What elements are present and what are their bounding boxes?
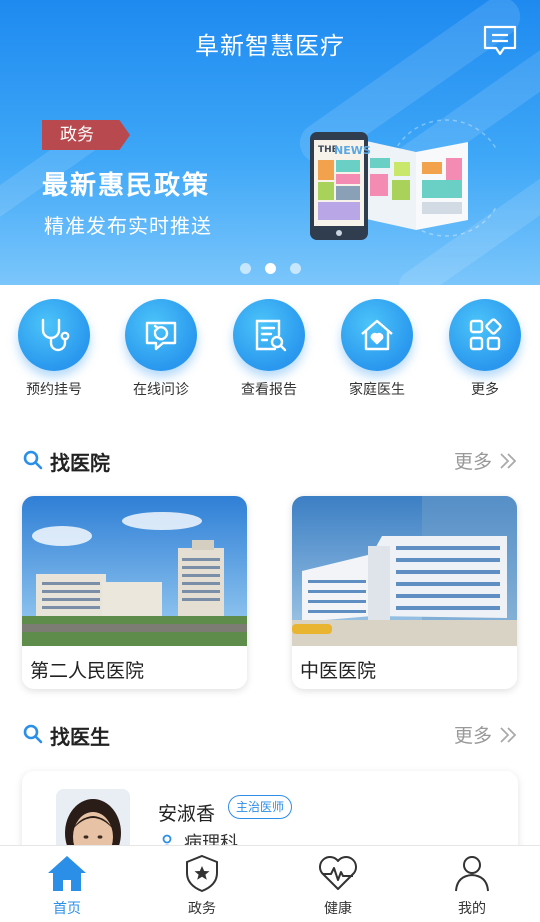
quick-action-appointment[interactable]: 预约挂号 <box>9 299 99 399</box>
home-heart-icon <box>341 299 413 371</box>
hospital-section-header: 找医院 更多 <box>22 445 518 475</box>
quick-action-family-doctor[interactable]: 家庭医生 <box>332 299 422 399</box>
tab-label: 政务 <box>188 901 216 917</box>
hospital-name: 中医医院 <box>300 660 377 682</box>
quick-actions: 预约挂号 在线问诊 查看报告 家庭医生 更多 <box>0 299 540 409</box>
user-icon <box>451 852 493 894</box>
hospital-photo <box>292 496 517 646</box>
carousel-dot[interactable] <box>264 263 276 274</box>
carousel-dot[interactable] <box>239 263 251 274</box>
double-chevron-right-icon <box>500 726 517 743</box>
app-title: 阜新智慧医疗 <box>195 32 345 60</box>
bottom-tab-bar: 首页 政务 健康 我的 <box>0 845 540 922</box>
quick-action-label: 在线问诊 <box>133 382 189 398</box>
carousel-indicators <box>0 263 540 274</box>
tab-label: 我的 <box>458 901 486 917</box>
quick-action-consult[interactable]: 在线问诊 <box>116 299 206 399</box>
hospital-card[interactable]: 中医医院 <box>292 496 517 689</box>
search-icon <box>22 449 44 471</box>
main-content: 预约挂号 在线问诊 查看报告 家庭医生 更多 找医院 更多 第二人民医院 中医医… <box>0 285 540 861</box>
tab-home[interactable]: 首页 <box>13 852 121 918</box>
doctor-title-badge: 主治医师 <box>228 795 293 819</box>
phone-newspaper-illustration: THE NEWS <box>296 118 505 253</box>
quick-action-label: 预约挂号 <box>26 382 82 398</box>
banner-subline: 精准发布实时推送 <box>44 214 212 238</box>
hospital-more-link[interactable]: 更多 <box>454 447 518 474</box>
section-title: 找医生 <box>50 725 110 749</box>
hero-banner[interactable]: 阜新智慧医疗 政务 最新惠民政策 精准发布实时推送 THE NEWS <box>0 0 540 285</box>
shield-star-icon <box>181 852 223 894</box>
quick-action-label: 更多 <box>471 382 499 398</box>
more-label: 更多 <box>453 725 492 747</box>
quick-action-label: 查看报告 <box>241 382 297 398</box>
stethoscope-icon <box>18 299 90 371</box>
double-chevron-right-icon <box>500 452 517 469</box>
quick-action-label: 家庭医生 <box>349 382 405 398</box>
heart-pulse-icon <box>317 852 359 894</box>
tab-label: 健康 <box>324 901 352 917</box>
search-icon <box>22 723 44 745</box>
quick-action-report[interactable]: 查看报告 <box>224 299 314 399</box>
grid-icon <box>449 299 521 371</box>
tab-health[interactable]: 健康 <box>284 852 392 918</box>
tab-government[interactable]: 政务 <box>148 852 256 918</box>
chat-refresh-icon <box>125 299 197 371</box>
home-icon <box>46 852 88 894</box>
hospital-card[interactable]: 第二人民医院 <box>22 496 247 689</box>
carousel-dot[interactable] <box>289 263 301 274</box>
more-label: 更多 <box>453 451 492 473</box>
doctor-more-link[interactable]: 更多 <box>454 721 518 748</box>
banner-tag: 政务 <box>42 120 130 150</box>
tab-label: 首页 <box>53 901 81 917</box>
hospital-name: 第二人民医院 <box>30 660 145 682</box>
tab-mine[interactable]: 我的 <box>418 852 526 918</box>
doctor-section-header: 找医生 更多 <box>22 719 518 749</box>
hospital-photo <box>22 496 247 646</box>
section-title: 找医院 <box>50 451 110 475</box>
banner-headline: 最新惠民政策 <box>42 171 211 201</box>
doctor-name: 安淑香 <box>158 803 216 825</box>
quick-action-more[interactable]: 更多 <box>440 299 530 399</box>
svg-text:NEWS: NEWS <box>334 144 371 157</box>
message-icon[interactable] <box>482 24 518 58</box>
report-search-icon <box>233 299 305 371</box>
